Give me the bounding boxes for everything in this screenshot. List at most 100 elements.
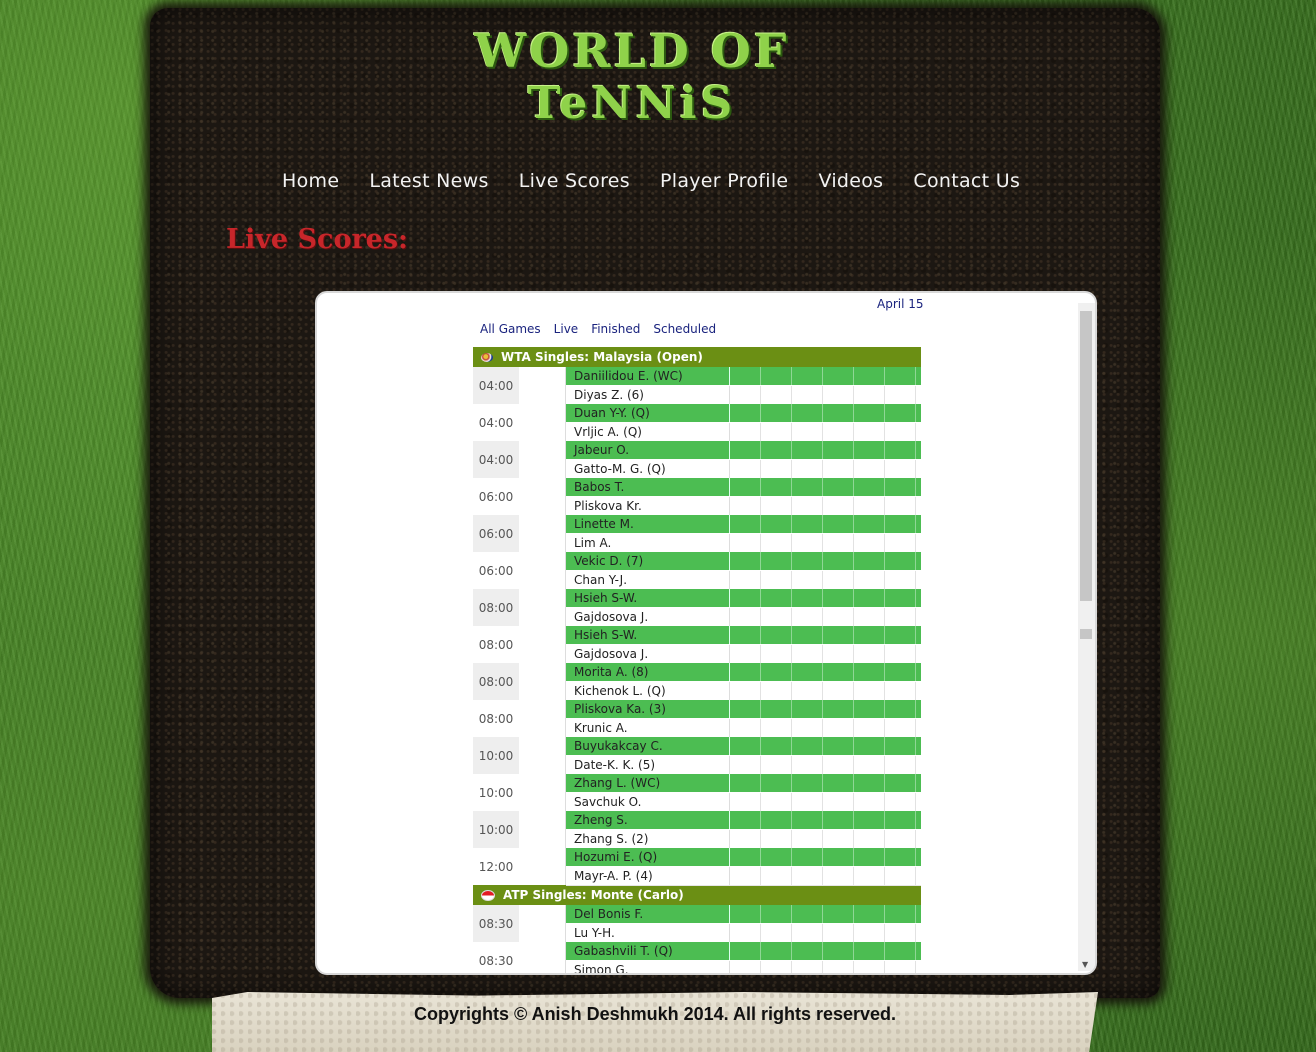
nav-player-profile[interactable]: Player Profile bbox=[660, 170, 788, 198]
set-score-cell bbox=[792, 571, 823, 589]
player-name[interactable]: Vrljic A. (Q) bbox=[566, 423, 730, 441]
player-name[interactable]: Simon G. bbox=[566, 961, 730, 973]
scores-table: WTA Singles: Malaysia (Open) 04:00 Daniili… bbox=[473, 347, 921, 973]
match-row[interactable]: 12:00 Hozumi E. (Q) Mayr-A. P. (4) bbox=[473, 848, 921, 886]
set-score-cell bbox=[885, 441, 916, 459]
player-name[interactable]: Hsieh S-W. bbox=[566, 626, 730, 644]
set-score-cell bbox=[792, 534, 823, 552]
logo-line-1: WORLD OF bbox=[474, 24, 790, 78]
tournament-header[interactable]: WTA Singles: Malaysia (Open) bbox=[473, 347, 921, 367]
match-row[interactable]: 08:00 Morita A. (8) Kichenok L. (Q) bbox=[473, 663, 921, 701]
site-logo[interactable]: WORLD OF TeNNiS bbox=[432, 24, 832, 134]
set-score-cell bbox=[730, 571, 761, 589]
match-row[interactable]: 08:00 Hsieh S-W. Gajdosova J. bbox=[473, 589, 921, 627]
set-score-cell bbox=[823, 645, 854, 663]
set-score-cell bbox=[885, 497, 916, 515]
scroll-down-icon[interactable]: ▼ bbox=[1082, 960, 1088, 969]
set-score-cell bbox=[761, 867, 792, 885]
player-name[interactable]: Pliskova Ka. (3) bbox=[566, 700, 730, 718]
set-score-cell bbox=[761, 663, 792, 681]
filter-finished[interactable]: Finished bbox=[591, 322, 640, 336]
match-row[interactable]: 04:00 Duan Y-Y. (Q) Vrljic A. (Q) bbox=[473, 404, 921, 442]
nav-latest-news[interactable]: Latest News bbox=[369, 170, 488, 198]
set-score-cell bbox=[761, 626, 792, 644]
player-name[interactable]: Lu Y-H. bbox=[566, 924, 730, 942]
match-time: 10:00 bbox=[473, 811, 519, 848]
player-name[interactable]: Gabashvili T. (Q) bbox=[566, 942, 730, 960]
player-name[interactable]: Savchuk O. bbox=[566, 793, 730, 811]
filter-all-games[interactable]: All Games bbox=[480, 322, 541, 336]
match-row[interactable]: 06:00 Babos T. Pliskova Kr. bbox=[473, 478, 921, 516]
filter-live[interactable]: Live bbox=[554, 322, 579, 336]
set-score-cell bbox=[823, 942, 854, 960]
match-row[interactable]: 10:00 Buyukakcay C. Date-K. K. (5) bbox=[473, 737, 921, 775]
set-score-cell bbox=[854, 589, 885, 607]
player-name[interactable]: Gatto-M. G. (Q) bbox=[566, 460, 730, 478]
match-row[interactable]: 10:00 Zheng S. Zhang S. (2) bbox=[473, 811, 921, 849]
set-score-cell bbox=[823, 608, 854, 626]
player-name[interactable]: Vekic D. (7) bbox=[566, 552, 730, 570]
nav-contact-us[interactable]: Contact Us bbox=[913, 170, 1020, 198]
scrollbar-thumb[interactable] bbox=[1080, 311, 1092, 601]
player-name[interactable]: Jabeur O. bbox=[566, 441, 730, 459]
player-name[interactable]: Gajdosova J. bbox=[566, 608, 730, 626]
scrollbar[interactable]: ▼ bbox=[1078, 303, 1095, 971]
player-row: Hsieh S-W. bbox=[566, 589, 921, 608]
player-name[interactable]: Zhang L. (WC) bbox=[566, 774, 730, 792]
set-score-cell bbox=[761, 848, 792, 866]
player-name[interactable]: Hsieh S-W. bbox=[566, 589, 730, 607]
nav-home[interactable]: Home bbox=[282, 170, 339, 198]
player-name[interactable]: Del Bonis F. bbox=[566, 905, 730, 923]
player-name[interactable]: Buyukakcay C. bbox=[566, 737, 730, 755]
match-row[interactable]: 06:00 Vekic D. (7) Chan Y-J. bbox=[473, 552, 921, 590]
set-score-cell bbox=[730, 942, 761, 960]
player-name[interactable]: Hozumi E. (Q) bbox=[566, 848, 730, 866]
match-row[interactable]: 10:00 Zhang L. (WC) Savchuk O. bbox=[473, 774, 921, 812]
set-score-cell bbox=[792, 682, 823, 700]
player-name[interactable]: Zhang S. (2) bbox=[566, 830, 730, 848]
set-score-cell bbox=[854, 497, 885, 515]
player-name[interactable]: Krunic A. bbox=[566, 719, 730, 737]
set-score-cell bbox=[823, 626, 854, 644]
player-row: Gajdosova J. bbox=[566, 608, 921, 627]
set-score-cell bbox=[854, 830, 885, 848]
set-score-cell bbox=[854, 367, 885, 385]
set-score-cell bbox=[761, 404, 792, 422]
player-name[interactable]: Lim A. bbox=[566, 534, 730, 552]
match-row[interactable]: 08:30 Del Bonis F. Lu Y-H. bbox=[473, 905, 921, 943]
player-name[interactable]: Gajdosova J. bbox=[566, 645, 730, 663]
player-name[interactable]: Babos T. bbox=[566, 478, 730, 496]
match-time: 08:00 bbox=[473, 589, 519, 626]
match-row[interactable]: 04:00 Daniilidou E. (WC) Diyas Z. (6) bbox=[473, 367, 921, 405]
player-name[interactable]: Morita A. (8) bbox=[566, 663, 730, 681]
player-name[interactable]: Pliskova Kr. bbox=[566, 497, 730, 515]
set-score-cell bbox=[885, 534, 916, 552]
set-score-cell bbox=[854, 719, 885, 737]
page-title: Live Scores: bbox=[226, 224, 409, 255]
nav-videos[interactable]: Videos bbox=[818, 170, 883, 198]
match-row[interactable]: 08:00 Hsieh S-W. Gajdosova J. bbox=[473, 626, 921, 664]
set-score-cell bbox=[854, 737, 885, 755]
match-row[interactable]: 04:00 Jabeur O. Gatto-M. G. (Q) bbox=[473, 441, 921, 479]
player-name[interactable]: Daniilidou E. (WC) bbox=[566, 367, 730, 385]
player-name[interactable]: Diyas Z. (6) bbox=[566, 386, 730, 404]
match-row[interactable]: 08:30 Gabashvili T. (Q) Simon G. bbox=[473, 942, 921, 973]
player-name[interactable]: Zheng S. bbox=[566, 811, 730, 829]
set-score-cell bbox=[823, 700, 854, 718]
nav-live-scores[interactable]: Live Scores bbox=[519, 170, 630, 198]
filter-scheduled[interactable]: Scheduled bbox=[653, 322, 716, 336]
match-row[interactable]: 06:00 Linette M. Lim A. bbox=[473, 515, 921, 553]
player-name[interactable]: Linette M. bbox=[566, 515, 730, 533]
tournament-header[interactable]: ATP Singles: Monte (Carlo) bbox=[473, 885, 921, 905]
player-name[interactable]: Kichenok L. (Q) bbox=[566, 682, 730, 700]
set-score-cell bbox=[761, 700, 792, 718]
player-name[interactable]: Duan Y-Y. (Q) bbox=[566, 404, 730, 422]
set-score-cell bbox=[792, 645, 823, 663]
player-row: Duan Y-Y. (Q) bbox=[566, 404, 921, 423]
match-row[interactable]: 08:00 Pliskova Ka. (3) Krunic A. bbox=[473, 700, 921, 738]
match-status bbox=[519, 942, 566, 973]
set-score-cell bbox=[792, 793, 823, 811]
player-name[interactable]: Mayr-A. P. (4) bbox=[566, 867, 730, 885]
player-name[interactable]: Chan Y-J. bbox=[566, 571, 730, 589]
player-name[interactable]: Date-K. K. (5) bbox=[566, 756, 730, 774]
